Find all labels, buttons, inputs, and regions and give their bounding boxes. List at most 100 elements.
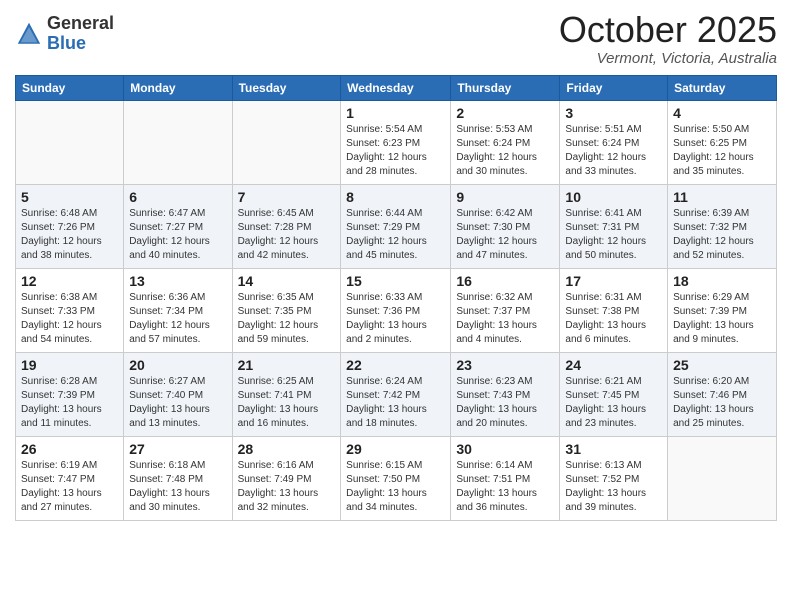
cell-day-number: 3 [565, 105, 662, 121]
cell-info: Sunrise: 6:45 AMSunset: 7:28 PMDaylight:… [238, 207, 336, 263]
calendar-header-wednesday: Wednesday [341, 75, 451, 100]
calendar-week-row: 1Sunrise: 5:54 AMSunset: 6:23 PMDaylight… [16, 100, 777, 184]
calendar-cell: 23 Sunrise: 6:23 AMSunset: 7:43 PMDayligh… [451, 352, 560, 436]
cell-day-number: 4 [673, 105, 771, 121]
calendar-header-row: SundayMondayTuesdayWednesdayThursdayFrid… [16, 75, 777, 100]
cell-info: Sunrise: 6:28 AMSunset: 7:39 PMDaylight:… [21, 375, 118, 431]
cell-day-number: 20 [129, 357, 226, 373]
calendar-cell [16, 100, 124, 184]
cell-info: Sunrise: 6:19 AMSunset: 7:47 PMDaylight:… [21, 459, 118, 515]
calendar-cell: 12 Sunrise: 6:38 AMSunset: 7:33 PMDayligh… [16, 268, 124, 352]
calendar-cell: 14 Sunrise: 6:35 AMSunset: 7:35 PMDayligh… [232, 268, 341, 352]
calendar-cell: 6Sunrise: 6:47 AMSunset: 7:27 PMDaylight… [124, 184, 232, 268]
cell-day-number: 23 [456, 357, 554, 373]
calendar-cell: 25 Sunrise: 6:20 AMSunset: 7:46 PMDayligh… [668, 352, 777, 436]
cell-info: Sunrise: 6:33 AMSunset: 7:36 PMDaylight:… [346, 291, 445, 347]
calendar-cell: 26 Sunrise: 6:19 AMSunset: 7:47 PMDayligh… [16, 436, 124, 520]
page: General Blue October 2025 Vermont, Victo… [0, 0, 792, 612]
title-block: October 2025 Vermont, Victoria, Australi… [559, 10, 777, 67]
calendar-cell: 24Sunrise: 6:21 AMSunset: 7:45 PMDayligh… [560, 352, 668, 436]
calendar-cell: 16 Sunrise: 6:32 AMSunset: 7:37 PMDayligh… [451, 268, 560, 352]
calendar-cell: 31 Sunrise: 6:13 AMSunset: 7:52 PMDayligh… [560, 436, 668, 520]
location: Vermont, Victoria, Australia [559, 50, 777, 67]
logo-icon [15, 20, 43, 48]
cell-day-number: 15 [346, 273, 445, 289]
cell-info: Sunrise: 6:14 AMSunset: 7:51 PMDaylight:… [456, 459, 554, 515]
cell-day-number: 16 [456, 273, 554, 289]
cell-info: Sunrise: 6:31 AMSunset: 7:38 PMDaylight:… [565, 291, 662, 347]
calendar-cell [124, 100, 232, 184]
calendar-cell: 19Sunrise: 6:28 AMSunset: 7:39 PMDayligh… [16, 352, 124, 436]
cell-info: Sunrise: 6:38 AMSunset: 7:33 PMDaylight:… [21, 291, 118, 347]
cell-info: Sunrise: 6:13 AMSunset: 7:52 PMDaylight:… [565, 459, 662, 515]
cell-info: Sunrise: 6:21 AMSunset: 7:45 PMDaylight:… [565, 375, 662, 431]
cell-info: Sunrise: 6:29 AMSunset: 7:39 PMDaylight:… [673, 291, 771, 347]
calendar-week-row: 5 Sunrise: 6:48 AMSunset: 7:26 PMDaylight… [16, 184, 777, 268]
cell-info: Sunrise: 6:27 AMSunset: 7:40 PMDaylight:… [129, 375, 226, 431]
month-title: October 2025 [559, 10, 777, 50]
cell-day-number: 5 [21, 189, 118, 205]
cell-info: Sunrise: 6:48 AMSunset: 7:26 PMDaylight:… [21, 207, 118, 263]
calendar-table: SundayMondayTuesdayWednesdayThursdayFrid… [15, 75, 777, 521]
cell-info: Sunrise: 6:15 AMSunset: 7:50 PMDaylight:… [346, 459, 445, 515]
cell-day-number: 13 [129, 273, 226, 289]
cell-info: Sunrise: 6:39 AMSunset: 7:32 PMDaylight:… [673, 207, 771, 263]
cell-day-number: 12 [21, 273, 118, 289]
calendar-cell: 7Sunrise: 6:45 AMSunset: 7:28 PMDaylight… [232, 184, 341, 268]
cell-day-number: 28 [238, 441, 336, 457]
calendar-cell: 4 Sunrise: 5:50 AMSunset: 6:25 PMDaylight… [668, 100, 777, 184]
logo-blue-text: Blue [47, 34, 114, 54]
calendar-cell: 1Sunrise: 5:54 AMSunset: 6:23 PMDaylight… [341, 100, 451, 184]
calendar-cell: 29Sunrise: 6:15 AMSunset: 7:50 PMDayligh… [341, 436, 451, 520]
calendar-week-row: 12 Sunrise: 6:38 AMSunset: 7:33 PMDayligh… [16, 268, 777, 352]
calendar-cell: 13Sunrise: 6:36 AMSunset: 7:34 PMDayligh… [124, 268, 232, 352]
calendar-header-saturday: Saturday [668, 75, 777, 100]
calendar-header-friday: Friday [560, 75, 668, 100]
calendar-header-thursday: Thursday [451, 75, 560, 100]
cell-info: Sunrise: 5:53 AMSunset: 6:24 PMDaylight:… [456, 123, 554, 179]
cell-info: Sunrise: 6:47 AMSunset: 7:27 PMDaylight:… [129, 207, 226, 263]
calendar-week-row: 26 Sunrise: 6:19 AMSunset: 7:47 PMDayligh… [16, 436, 777, 520]
cell-info: Sunrise: 6:41 AMSunset: 7:31 PMDaylight:… [565, 207, 662, 263]
calendar-cell: 27 Sunrise: 6:18 AMSunset: 7:48 PMDayligh… [124, 436, 232, 520]
cell-day-number: 8 [346, 189, 445, 205]
cell-day-number: 21 [238, 357, 336, 373]
calendar-cell: 2Sunrise: 5:53 AMSunset: 6:24 PMDaylight… [451, 100, 560, 184]
calendar-cell: 8 Sunrise: 6:44 AMSunset: 7:29 PMDaylight… [341, 184, 451, 268]
cell-day-number: 25 [673, 357, 771, 373]
logo-text: General Blue [47, 14, 114, 54]
cell-day-number: 31 [565, 441, 662, 457]
calendar-cell [232, 100, 341, 184]
calendar-cell: 17 Sunrise: 6:31 AMSunset: 7:38 PMDayligh… [560, 268, 668, 352]
cell-info: Sunrise: 6:18 AMSunset: 7:48 PMDaylight:… [129, 459, 226, 515]
calendar-cell: 3 Sunrise: 5:51 AMSunset: 6:24 PMDaylight… [560, 100, 668, 184]
calendar-header-tuesday: Tuesday [232, 75, 341, 100]
cell-info: Sunrise: 6:24 AMSunset: 7:42 PMDaylight:… [346, 375, 445, 431]
cell-day-number: 17 [565, 273, 662, 289]
header: General Blue October 2025 Vermont, Victo… [15, 10, 777, 67]
cell-info: Sunrise: 6:35 AMSunset: 7:35 PMDaylight:… [238, 291, 336, 347]
calendar-cell: 28 Sunrise: 6:16 AMSunset: 7:49 PMDayligh… [232, 436, 341, 520]
cell-info: Sunrise: 5:51 AMSunset: 6:24 PMDaylight:… [565, 123, 662, 179]
cell-info: Sunrise: 5:50 AMSunset: 6:25 PMDaylight:… [673, 123, 771, 179]
cell-day-number: 26 [21, 441, 118, 457]
cell-info: Sunrise: 6:16 AMSunset: 7:49 PMDaylight:… [238, 459, 336, 515]
cell-info: Sunrise: 6:20 AMSunset: 7:46 PMDaylight:… [673, 375, 771, 431]
cell-day-number: 22 [346, 357, 445, 373]
calendar-cell [668, 436, 777, 520]
cell-info: Sunrise: 6:32 AMSunset: 7:37 PMDaylight:… [456, 291, 554, 347]
calendar-cell: 20 Sunrise: 6:27 AMSunset: 7:40 PMDayligh… [124, 352, 232, 436]
calendar-header-monday: Monday [124, 75, 232, 100]
calendar-cell: 5 Sunrise: 6:48 AMSunset: 7:26 PMDaylight… [16, 184, 124, 268]
cell-day-number: 18 [673, 273, 771, 289]
cell-info: Sunrise: 5:54 AMSunset: 6:23 PMDaylight:… [346, 123, 445, 179]
cell-day-number: 30 [456, 441, 554, 457]
logo-general-text: General [47, 14, 114, 34]
cell-info: Sunrise: 6:23 AMSunset: 7:43 PMDaylight:… [456, 375, 554, 431]
calendar-week-row: 19Sunrise: 6:28 AMSunset: 7:39 PMDayligh… [16, 352, 777, 436]
calendar-cell: 9Sunrise: 6:42 AMSunset: 7:30 PMDaylight… [451, 184, 560, 268]
cell-day-number: 9 [456, 189, 554, 205]
cell-day-number: 27 [129, 441, 226, 457]
cell-day-number: 14 [238, 273, 336, 289]
cell-info: Sunrise: 6:44 AMSunset: 7:29 PMDaylight:… [346, 207, 445, 263]
